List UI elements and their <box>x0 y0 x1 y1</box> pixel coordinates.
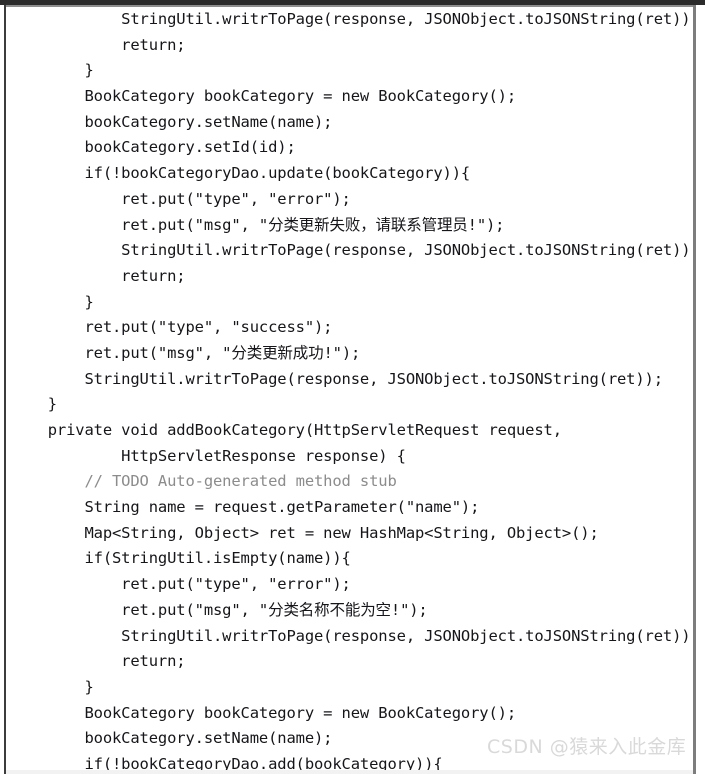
code-line: bookCategory.setId(id); <box>11 138 296 157</box>
code-line: Map<String, Object> ret = new HashMap<St… <box>11 523 599 542</box>
code-line: String name = request.getParameter("name… <box>11 498 480 517</box>
code-line: } <box>11 677 94 696</box>
code-line: } <box>11 61 94 80</box>
code-line: ret.put("type", "error"); <box>11 189 351 208</box>
code-line: StringUtil.writrToPage(response, JSONObj… <box>11 369 663 388</box>
code-line: ret.put("msg", "分类更新失败，请联系管理员!"); <box>11 215 505 234</box>
code-line: bookCategory.setName(name); <box>11 112 333 131</box>
code-line: ret.put("type", "error"); <box>11 575 351 594</box>
code-line: if(!bookCategoryDao.update(bookCategory)… <box>11 164 471 183</box>
code-line: if(!bookCategoryDao.add(bookCategory)){ <box>11 754 443 770</box>
viewer-bottom-border <box>6 770 693 774</box>
code-line: return; <box>11 652 186 671</box>
code-line: } <box>11 395 57 414</box>
code-line: BookCategory bookCategory = new BookCate… <box>11 703 516 722</box>
code-line: StringUtil.writrToPage(response, JSONObj… <box>11 241 693 260</box>
code-viewer: StringUtil.writrToPage(response, JSONObj… <box>0 0 705 774</box>
code-line: return; <box>11 266 186 285</box>
code-text-area[interactable]: StringUtil.writrToPage(response, JSONObj… <box>7 7 693 770</box>
code-line: bookCategory.setName(name); <box>11 729 333 748</box>
code-line: private void addBookCategory(HttpServlet… <box>11 421 562 439</box>
viewer-right-gutter <box>696 5 705 774</box>
code-line: HttpServletResponse response) { <box>11 446 406 465</box>
code-line: if(StringUtil.isEmpty(name)){ <box>11 549 351 568</box>
code-line: ret.put("type", "success"); <box>11 318 333 337</box>
code-line: ret.put("msg", "分类名称不能为空!"); <box>11 600 428 619</box>
code-line: StringUtil.writrToPage(response, JSONObj… <box>11 10 693 28</box>
code-line: return; <box>11 35 186 54</box>
code-line: // TODO Auto-generated method stub <box>11 472 397 491</box>
code-line: BookCategory bookCategory = new BookCate… <box>11 87 516 106</box>
code-line: } <box>11 292 94 311</box>
viewer-left-border <box>4 5 6 774</box>
code-line: ret.put("msg", "分类更新成功!"); <box>11 343 361 362</box>
code-line: StringUtil.writrToPage(response, JSONObj… <box>11 626 693 645</box>
